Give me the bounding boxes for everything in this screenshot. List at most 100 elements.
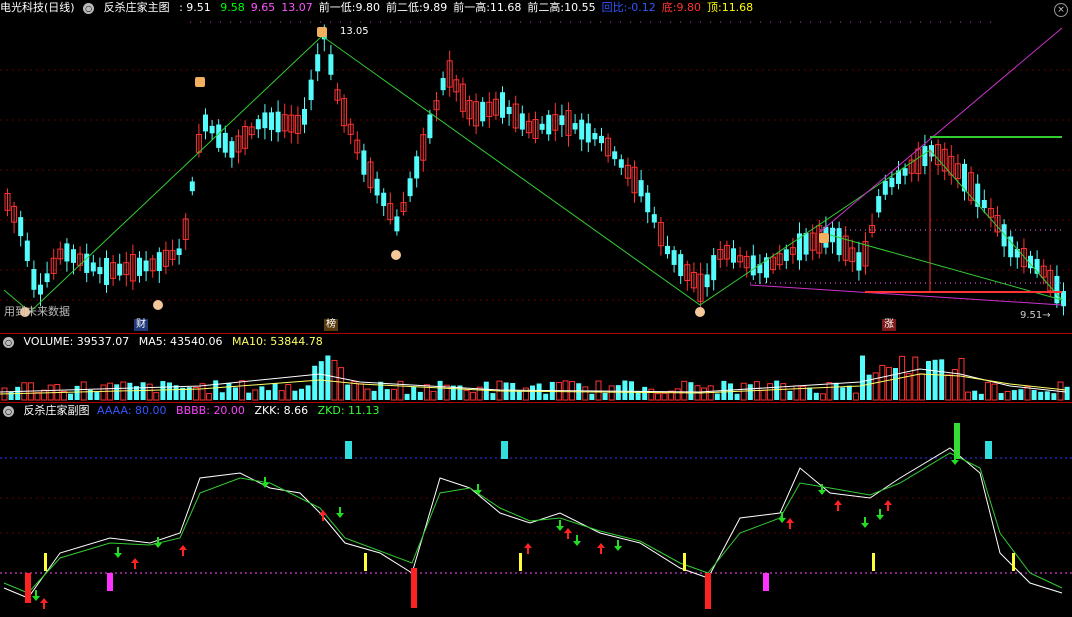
volume-bar-up bbox=[872, 372, 879, 401]
candle-down bbox=[651, 214, 657, 223]
volume-bar-down bbox=[1064, 386, 1070, 400]
candle-down bbox=[176, 248, 182, 255]
magenta-signal-bar bbox=[763, 573, 769, 591]
volume-bar-up bbox=[357, 383, 364, 401]
volume-bar-up bbox=[701, 387, 708, 401]
volume-bar-down bbox=[893, 367, 898, 400]
volume-bar-up bbox=[582, 386, 589, 401]
candle-down bbox=[427, 114, 433, 139]
volume-bar-up bbox=[206, 393, 213, 401]
top-signal-icon bbox=[317, 27, 327, 37]
candle-down bbox=[229, 141, 235, 158]
volume-bar-down bbox=[437, 380, 443, 400]
candle-down bbox=[599, 135, 604, 144]
candle-down bbox=[500, 92, 505, 118]
candle-down bbox=[222, 132, 228, 153]
volume-chart[interactable] bbox=[0, 334, 1072, 402]
volume-bar-down bbox=[259, 386, 265, 400]
future-data-note: 用到未来数据 bbox=[4, 305, 70, 318]
candle-down bbox=[876, 196, 882, 213]
volume-bar-down bbox=[978, 393, 984, 400]
volume-bar-down bbox=[246, 392, 252, 400]
green-signal-bar bbox=[954, 423, 960, 459]
candle-down bbox=[414, 156, 420, 179]
marker-zhang[interactable]: 涨 bbox=[882, 319, 896, 331]
marker-cai[interactable]: 财 bbox=[134, 319, 148, 331]
volume-bar-up bbox=[278, 390, 285, 401]
up-arrow-icon bbox=[786, 518, 794, 529]
volume-bar-down bbox=[266, 390, 271, 400]
volume-bar-up bbox=[654, 393, 661, 401]
volume-bar-down bbox=[926, 361, 931, 400]
oscillator-chart[interactable] bbox=[0, 403, 1072, 617]
volume-bar-up bbox=[608, 385, 615, 401]
volume-bar-down bbox=[622, 380, 628, 400]
down-arrow-icon bbox=[474, 484, 482, 495]
volume-bar-down bbox=[932, 359, 938, 400]
candle-down bbox=[24, 240, 30, 262]
volume-bar-up bbox=[470, 391, 477, 401]
volume-bar-up bbox=[767, 383, 774, 401]
down-arrow-icon bbox=[876, 509, 884, 520]
volume-bar-down bbox=[94, 392, 100, 400]
yellow-signal-bar bbox=[1012, 553, 1015, 571]
candle-down bbox=[711, 255, 717, 281]
candle-down bbox=[480, 101, 486, 122]
volume-bar-down bbox=[74, 385, 80, 400]
candle-down bbox=[262, 112, 268, 129]
last-price-label: 9.51→ bbox=[1020, 310, 1051, 321]
volume-bar-up bbox=[463, 389, 470, 401]
up-arrow-icon bbox=[131, 558, 139, 569]
main-panel[interactable]: 电光科技(日线) ○ 反杀庄家主图 : 9.51 9.58 9.65 13.07 前一… bbox=[0, 0, 1072, 333]
candle-down bbox=[592, 133, 598, 140]
candle-down bbox=[902, 168, 908, 176]
volume-bar-up bbox=[852, 392, 859, 401]
volume-bar-down bbox=[140, 382, 146, 400]
volume-bar-down bbox=[833, 382, 839, 400]
volume-bar-down bbox=[490, 393, 496, 400]
candle-down bbox=[618, 159, 624, 168]
sub-panel[interactable]: ○ 反杀庄家副图 AAAA: 80.00 BBBB: 20.00 ZKK: 8.… bbox=[0, 403, 1072, 617]
volume-bar-down bbox=[312, 365, 318, 400]
volume-bar-down bbox=[807, 387, 813, 400]
candle-down bbox=[137, 257, 142, 276]
volume-bar-down bbox=[866, 374, 872, 400]
volume-bar-up bbox=[430, 390, 437, 401]
volume-bar-up bbox=[674, 388, 681, 401]
candle-down bbox=[981, 200, 987, 209]
red-signal-bar bbox=[25, 573, 31, 603]
volume-bar-up bbox=[826, 382, 833, 401]
candle-down bbox=[209, 125, 215, 134]
candle-down bbox=[394, 216, 400, 232]
volume-bar-down bbox=[417, 391, 423, 400]
candle-down bbox=[315, 54, 321, 72]
candle-down bbox=[539, 123, 545, 130]
peak-price-label: 13.05 bbox=[340, 26, 369, 37]
volume-bar-down bbox=[411, 386, 417, 400]
volume-bar-down bbox=[747, 384, 753, 400]
volume-bar-up bbox=[681, 380, 688, 401]
cyan-signal-bar bbox=[345, 441, 352, 459]
volume-bar-down bbox=[1044, 391, 1050, 400]
up-arrow-icon bbox=[834, 500, 842, 511]
marker-bang[interactable]: 榜 bbox=[324, 319, 338, 331]
candle-down bbox=[750, 255, 756, 276]
volume-bar-down bbox=[629, 381, 634, 400]
candle-down bbox=[546, 114, 552, 135]
candle-down bbox=[117, 263, 123, 276]
candle-down bbox=[203, 114, 208, 132]
volume-bar-up bbox=[918, 373, 925, 401]
volume-bar-up bbox=[905, 373, 912, 401]
candle-down bbox=[97, 267, 103, 275]
volume-bar-up bbox=[965, 391, 972, 401]
volume-bar-up bbox=[648, 388, 655, 401]
candle-down bbox=[71, 249, 76, 263]
volume-bar-down bbox=[8, 391, 14, 400]
volume-bar-down bbox=[233, 387, 238, 400]
volume-bar-down bbox=[774, 380, 780, 400]
candle-down bbox=[374, 178, 380, 196]
volume-bar-down bbox=[1051, 393, 1057, 400]
candlestick-chart[interactable] bbox=[0, 0, 1072, 333]
volume-panel[interactable]: ○ VOLUME: 39537.07 MA5: 43540.06 MA10: 5… bbox=[0, 334, 1072, 402]
down-arrow-icon bbox=[556, 520, 564, 531]
